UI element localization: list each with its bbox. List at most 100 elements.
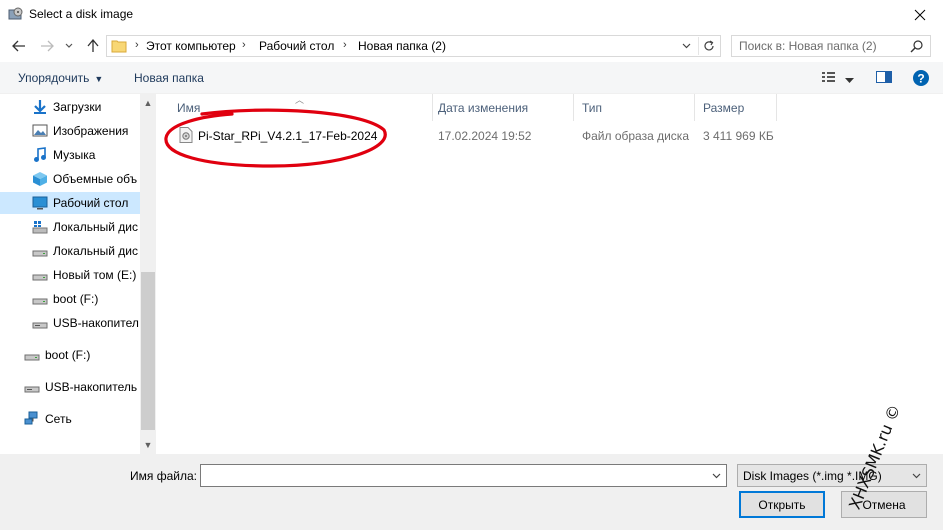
windows-drive-icon xyxy=(32,219,48,235)
help-icon: ? xyxy=(913,70,929,86)
usb-drive-icon xyxy=(32,315,48,331)
caret-down-icon xyxy=(845,78,854,83)
breadcrumb-new-folder[interactable]: Новая папка (2) xyxy=(358,39,446,53)
filename-combobox[interactable] xyxy=(200,464,727,487)
column-header-size[interactable]: Размер xyxy=(695,94,777,121)
breadcrumb-separator[interactable]: › xyxy=(242,39,246,51)
sidebar-item-label[interactable]: Локальный дис xyxy=(53,244,138,258)
sidebar-item-label[interactable]: boot (F:) xyxy=(53,292,98,306)
arrow-up-icon xyxy=(87,39,99,52)
sort-arrow-icon: ︿ xyxy=(295,95,305,105)
file-type: Файл образа диска xyxy=(582,129,689,143)
highlight-ellipse xyxy=(164,108,387,168)
sidebar-item-label[interactable]: Загрузки xyxy=(53,100,101,114)
arrow-left-icon xyxy=(12,40,25,52)
file-size: 3 411 969 КБ xyxy=(703,129,774,143)
sidebar-item[interactable]: Загрузки xyxy=(32,96,140,118)
view-options-dropdown[interactable] xyxy=(845,73,854,87)
sidebar-item[interactable]: boot (F:) xyxy=(24,344,140,366)
preview-pane-icon xyxy=(876,71,892,83)
breadcrumb-desktop[interactable]: Рабочий стол xyxy=(259,39,334,53)
change-view-button[interactable] xyxy=(821,70,839,87)
sidebar-item[interactable]: Новый том (E:) xyxy=(32,264,140,286)
folder-icon xyxy=(111,40,127,53)
sidebar-item[interactable]: Изображения xyxy=(32,120,140,142)
organize-menu[interactable]: Упорядочить ▼ xyxy=(18,71,103,85)
close-button[interactable] xyxy=(897,0,943,30)
sidebar-item[interactable]: Рабочий стол xyxy=(0,192,140,214)
new-folder-button[interactable]: Новая папка xyxy=(134,71,204,85)
sidebar-item-label[interactable]: Музыка xyxy=(53,148,95,162)
help-button[interactable]: ? xyxy=(912,69,930,90)
file-type-filter[interactable]: Disk Images (*.img *.IMG) xyxy=(737,464,927,487)
breadcrumb-separator: › xyxy=(135,39,139,51)
address-bar[interactable]: › Этот компьютер › Рабочий стол › Новая … xyxy=(106,35,721,57)
column-header-type[interactable]: Тип xyxy=(574,94,695,121)
sidebar-item[interactable]: Объемные объ xyxy=(32,168,140,190)
sidebar-item-label[interactable]: USB-накопитель xyxy=(45,380,137,394)
command-bar: Упорядочить ▼ Новая папка ? xyxy=(0,62,943,94)
drive-icon xyxy=(32,243,48,259)
sidebar-item[interactable]: Сеть xyxy=(24,408,140,430)
download-arrow-icon xyxy=(32,99,48,115)
sidebar-item-label[interactable]: USB-накопител xyxy=(53,316,139,330)
cancel-button-label[interactable]: Отмена xyxy=(862,498,905,512)
forward-button[interactable] xyxy=(38,37,56,55)
column-date-label[interactable]: Дата изменения xyxy=(438,101,528,115)
sidebar-item-label[interactable]: Новый том (E:) xyxy=(53,268,136,282)
filename-label: Имя файла: xyxy=(130,469,197,483)
sidebar-item[interactable]: Музыка xyxy=(32,144,140,166)
up-button[interactable] xyxy=(84,37,102,55)
new-folder-label[interactable]: Новая папка xyxy=(134,71,204,85)
search-icon[interactable] xyxy=(910,39,924,53)
sidebar-item-label[interactable]: Локальный дис xyxy=(53,220,138,234)
sidebar-item[interactable]: Локальный дис xyxy=(32,216,140,238)
navigation-pane: Загрузки Изображения Музыка Объемные объ Раб… xyxy=(0,94,156,454)
drive-icon xyxy=(32,267,48,283)
address-history-dropdown[interactable] xyxy=(678,37,694,55)
breadcrumb-separator[interactable]: › xyxy=(343,39,347,51)
sidebar-item[interactable]: boot (F:) xyxy=(32,288,140,310)
drive-icon xyxy=(24,347,40,363)
recent-locations-button[interactable] xyxy=(62,37,76,55)
column-header-date[interactable]: Дата изменения xyxy=(430,94,574,121)
dialog-footer: Имя файла: Disk Images (*.img *.IMG) Отк… xyxy=(0,454,943,530)
filter-dropdown[interactable] xyxy=(908,467,924,484)
sidebar-item[interactable]: USB-накопител xyxy=(32,312,140,334)
desktop-icon xyxy=(32,195,48,211)
column-size-label[interactable]: Размер xyxy=(703,101,744,115)
drive-icon xyxy=(32,291,48,307)
search-box[interactable]: Поиск в: Новая папка (2) xyxy=(731,35,931,57)
3d-objects-icon xyxy=(32,171,48,187)
sidebar-item[interactable]: USB-накопитель xyxy=(24,376,140,398)
details-view-icon xyxy=(822,72,835,82)
organize-label[interactable]: Упорядочить xyxy=(18,71,89,85)
sidebar-item-label[interactable]: Объемные объ xyxy=(53,172,137,186)
sidebar-item-label[interactable]: Рабочий стол xyxy=(53,196,128,210)
sidebar-item[interactable]: Локальный дис xyxy=(32,240,140,262)
back-button[interactable] xyxy=(10,37,28,55)
scroll-down-arrow-icon[interactable]: ▼ xyxy=(140,438,156,452)
refresh-button[interactable] xyxy=(698,37,718,55)
sidebar-item-label[interactable]: Изображения xyxy=(53,124,128,138)
scroll-up-arrow-icon[interactable]: ▲ xyxy=(140,96,156,110)
search-placeholder[interactable]: Поиск в: Новая папка (2) xyxy=(739,39,877,53)
filename-dropdown[interactable] xyxy=(708,467,724,484)
sidebar-item-label[interactable]: Сеть xyxy=(45,412,72,426)
sidebar-item-label[interactable]: boot (F:) xyxy=(45,348,90,362)
column-type-label[interactable]: Тип xyxy=(582,101,602,115)
file-date: 17.02.2024 19:52 xyxy=(438,129,532,143)
filename-input[interactable] xyxy=(201,465,701,486)
chevron-down-icon xyxy=(712,473,720,478)
open-button-label[interactable]: Открыть xyxy=(758,498,805,512)
scrollbar-thumb[interactable] xyxy=(141,272,155,430)
nav-scrollbar[interactable]: ▲ ▼ xyxy=(140,94,156,454)
usb-drive-icon xyxy=(24,379,40,395)
preview-pane-button[interactable] xyxy=(876,70,893,87)
breadcrumb-this-pc[interactable]: Этот компьютер xyxy=(146,39,236,53)
close-icon xyxy=(914,9,926,21)
window-title: Select a disk image xyxy=(29,7,134,21)
chevron-down-icon xyxy=(65,43,73,48)
open-button[interactable]: Открыть xyxy=(739,491,825,518)
chevron-down-icon xyxy=(682,43,690,49)
